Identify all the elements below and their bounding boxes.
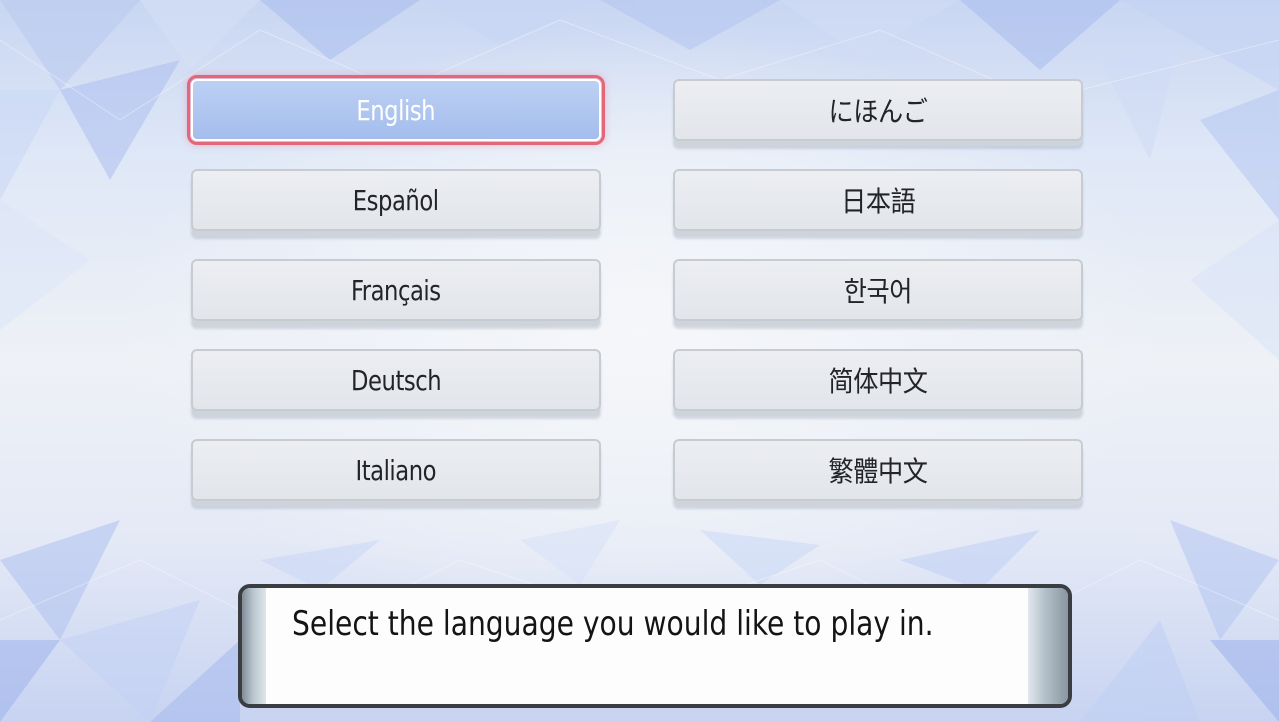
language-button-japanese-kana[interactable]: にほんご: [673, 79, 1083, 141]
language-label: Italiano: [355, 453, 437, 487]
language-label: English: [356, 93, 436, 127]
language-button-italian[interactable]: Italiano: [191, 439, 601, 501]
language-button-traditional-chinese[interactable]: 繁體中文: [673, 439, 1083, 501]
dialog-message: Select the language you would like to pl…: [292, 604, 934, 644]
language-button-korean[interactable]: 한국어: [673, 259, 1083, 321]
language-label: 한국어: [843, 275, 913, 308]
language-label: 简体中文: [828, 365, 928, 398]
dialog-left-edge: [242, 588, 266, 704]
language-button-spanish[interactable]: Español: [191, 169, 601, 231]
dialog-right-edge: [1028, 588, 1068, 704]
language-button-japanese-kanji[interactable]: 日本語: [673, 169, 1083, 231]
message-dialog: Select the language you would like to pl…: [238, 584, 1072, 708]
language-label: Français: [351, 273, 441, 307]
language-label: Deutsch: [350, 363, 442, 397]
language-label: 繁體中文: [828, 455, 928, 488]
language-label: Español: [353, 183, 439, 217]
language-button-german[interactable]: Deutsch: [191, 349, 601, 411]
language-label: にほんご: [828, 95, 928, 128]
language-button-french[interactable]: Français: [191, 259, 601, 321]
language-button-english[interactable]: English: [187, 75, 605, 145]
language-button-simplified-chinese[interactable]: 简体中文: [673, 349, 1083, 411]
language-label: 日本語: [840, 185, 916, 218]
